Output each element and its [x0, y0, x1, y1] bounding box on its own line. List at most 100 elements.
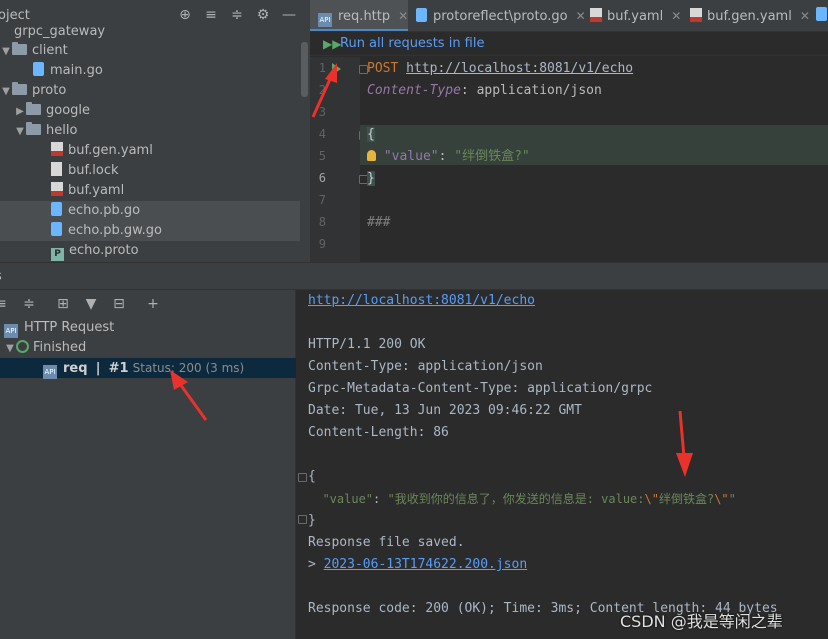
close-icon[interactable]: ✕ [398, 9, 408, 23]
project-title[interactable]: oject [0, 8, 30, 23]
json-key: "value" [383, 149, 439, 164]
services-title[interactable]: s [0, 269, 2, 284]
close-icon[interactable]: ✕ [800, 9, 810, 23]
fold-marker-icon[interactable] [298, 515, 307, 524]
tab-label: req.http [338, 9, 391, 24]
project-panel: oject ⊕ ≡ ≑ ⚙ — grpc_gateway ▼ client mai… [0, 0, 310, 262]
tree-item-buf-yaml[interactable]: buf.yaml [0, 181, 300, 201]
go-file-icon [51, 202, 62, 216]
response-url-link[interactable]: http://localhost:8081/v1/echo [308, 293, 535, 308]
layout-icon[interactable]: ⊟ [110, 295, 128, 313]
run-all-link[interactable]: Run all requests in file [340, 36, 485, 51]
folder-icon [12, 42, 27, 55]
request-url[interactable]: http://localhost:8081/v1/echo [406, 61, 633, 76]
line-number: 9 [318, 237, 326, 251]
response-header: Content-Type: application/json [308, 359, 543, 374]
tree-item-echo-pb-go[interactable]: echo.pb.go [0, 201, 300, 221]
tree-item-client[interactable]: ▼ client [0, 41, 300, 61]
request-status: Status: 200 (3 ms) [132, 361, 245, 375]
services-item-label: HTTP Request [24, 320, 115, 335]
chevron-down-icon[interactable]: ▼ [0, 82, 12, 102]
json-value: " [728, 492, 736, 506]
tree-item-google[interactable]: ▶ google [0, 101, 300, 121]
header-value: application/json [468, 83, 602, 98]
tree-item-label: echo.proto [69, 243, 139, 258]
services-header: s [0, 262, 828, 290]
tab-buf-gen-yaml[interactable]: buf.gen.yaml ✕ [682, 0, 810, 31]
services-item-http-request[interactable]: API HTTP Request [0, 318, 296, 338]
expand-icon[interactable]: ≡ [0, 295, 10, 313]
header-name: Content-Type [367, 83, 461, 98]
close-icon[interactable]: ✕ [671, 9, 681, 23]
go-file-icon [816, 7, 827, 21]
line-number: 6 [318, 171, 326, 185]
response-body-line: "value": "我收到你的信息了，你发送的信息是: value:\"绊倒铁盒… [308, 488, 736, 510]
filter-icon[interactable]: ▼ [82, 295, 100, 313]
add-icon[interactable]: + [144, 295, 162, 313]
run-request-icon[interactable] [332, 63, 341, 75]
chevron-down-icon[interactable]: ▼ [0, 42, 12, 62]
tree-item-label: grpc_gateway [14, 24, 106, 39]
tree-item-proto[interactable]: ▼ proto [0, 81, 300, 101]
tree-item-hello[interactable]: ▼ hello [0, 121, 300, 141]
json-escape: \" [644, 492, 659, 506]
response-saved-file: > 2023-06-13T174622.200.json [308, 554, 527, 576]
code-line-open-brace: { [367, 124, 375, 146]
tree-item-label: buf.gen.yaml [68, 143, 153, 158]
tab-overflow[interactable] [810, 0, 828, 31]
line-number: 1 [318, 61, 326, 75]
response-panel[interactable]: http://localhost:8081/v1/echo HTTP/1.1 2… [297, 290, 828, 639]
line-number: 2 [318, 83, 326, 97]
tree-item-label: echo.pb.gw.go [68, 223, 162, 238]
json-key: "value" [322, 492, 374, 506]
http-file-icon: API [318, 13, 332, 27]
tree-item-label: client [32, 43, 68, 58]
json-escape: \" [714, 492, 729, 506]
code-line-close-brace: } [367, 168, 375, 190]
editor-code[interactable]: POST http://localhost:8081/v1/echo Conte… [360, 57, 828, 262]
collapse-icon[interactable]: ≑ [20, 295, 38, 313]
tab-req-http[interactable]: API req.http ✕ [310, 0, 408, 31]
go-file-icon [33, 62, 44, 76]
tree-item-buf-gen-yaml[interactable]: buf.gen.yaml [0, 141, 300, 161]
request-run: #1 [108, 361, 129, 376]
brace: { [367, 127, 375, 142]
tree-item-main-go[interactable]: main.go [0, 61, 300, 81]
saved-prefix: > [308, 557, 324, 572]
project-scrollbar[interactable] [301, 42, 308, 97]
tree-item-label: google [46, 103, 91, 118]
saved-file-link[interactable]: 2023-06-13T174622.200.json [324, 557, 528, 572]
line-number: 3 [318, 105, 326, 119]
response-gutter [297, 290, 307, 639]
tree-item-echo-pb-gw-go[interactable]: echo.pb.gw.go [0, 221, 300, 241]
tree-item-label: hello [46, 123, 78, 138]
tree-item-echo-proto[interactable]: Pecho.proto [0, 241, 300, 261]
tree-item-grpc-gateway[interactable]: grpc_gateway [0, 22, 300, 42]
brace: } [367, 171, 375, 186]
go-file-icon [416, 8, 427, 22]
http-request-icon: API [43, 365, 57, 379]
run-all-bar: ▶▶ Run all requests in file [310, 32, 828, 56]
tree-item-label: proto [32, 83, 67, 98]
services-item-req[interactable]: API req | #1 Status: 200 (3 ms) [0, 358, 296, 379]
line-number: 4 [318, 127, 326, 141]
line-number: 8 [318, 215, 326, 229]
line-number: 7 [318, 193, 326, 207]
chevron-down-icon[interactable]: ▼ [14, 122, 26, 142]
tab-proto-go[interactable]: protoreflect\proto.go ✕ [408, 0, 586, 31]
code-line-body: "value": "绊倒铁盒?" [367, 146, 530, 168]
tree-item-buf-lock[interactable]: buf.lock [0, 161, 300, 181]
lightbulb-icon[interactable] [367, 150, 376, 161]
group-icon[interactable]: ⊞ [54, 295, 72, 313]
refresh-icon [16, 340, 29, 353]
folder-icon [26, 122, 41, 135]
fold-marker-icon[interactable] [298, 473, 307, 482]
services-item-finished[interactable]: ▼ Finished [0, 338, 296, 358]
run-all-icon[interactable]: ▶▶ [323, 37, 341, 51]
response-saved: Response file saved. [308, 535, 465, 550]
chevron-right-icon[interactable]: ▶ [14, 102, 26, 122]
watermark: CSDN @我是等闲之辈 [620, 612, 783, 631]
services-toolbar: ≡ ≑ ⊞ ▼ ⊟ + [0, 295, 162, 313]
tab-buf-yaml[interactable]: buf.yaml ✕ [582, 0, 682, 31]
chevron-down-icon[interactable]: ▼ [4, 339, 16, 359]
